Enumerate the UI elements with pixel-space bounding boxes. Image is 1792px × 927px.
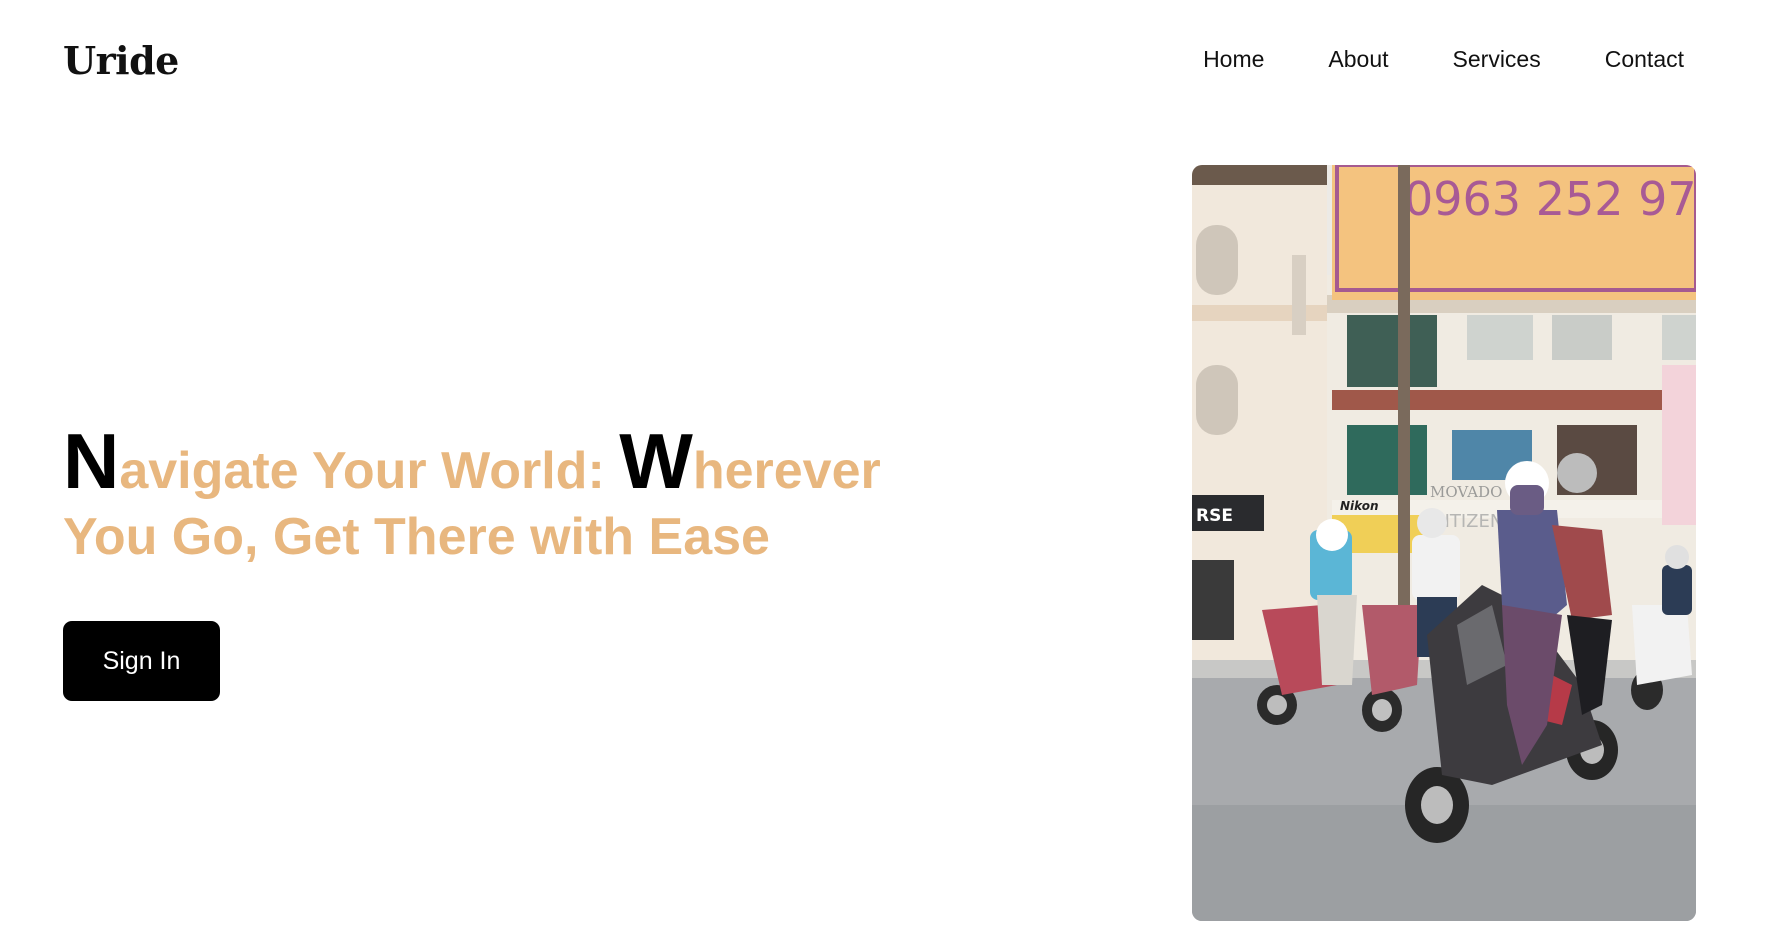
photo-sign-nikon: Nikon [1340,499,1379,513]
hero-title-line-2: You Go, Get There with Ease [63,508,770,566]
nav-about-link[interactable]: About [1328,46,1388,73]
main-nav: Home About Services Contact [1203,46,1684,73]
nav-contact-link[interactable]: Contact [1605,46,1684,73]
hero-title-part-2: herever [692,442,881,500]
landing-page: Uride Home About Services Contact Naviga… [0,0,1792,927]
hero-title-drop-cap-w: W [619,417,693,505]
nav-home-link[interactable]: Home [1203,46,1264,73]
nav-services-link[interactable]: Services [1453,46,1541,73]
brand-logo[interactable]: Uride [63,38,179,83]
hero-title-part-1: avigate Your World: [119,442,620,500]
sign-in-button[interactable]: Sign In [63,621,220,701]
photo-billboard-number: 0963 252 979 [1404,172,1696,226]
photo-sign-movado: MOVADO [1430,483,1502,501]
hero-title: Navigate Your World: Wherever You Go, Get… [63,422,923,570]
photo-sign-rse: RSE [1196,506,1233,526]
hero-title-drop-cap-n: N [63,417,120,505]
hero-photo: RSE Nikon MOVADO CITIZEN 0963 252 979 [1192,165,1696,921]
street-scooters-illustration: RSE Nikon MOVADO CITIZEN 0963 252 979 [1192,165,1696,921]
